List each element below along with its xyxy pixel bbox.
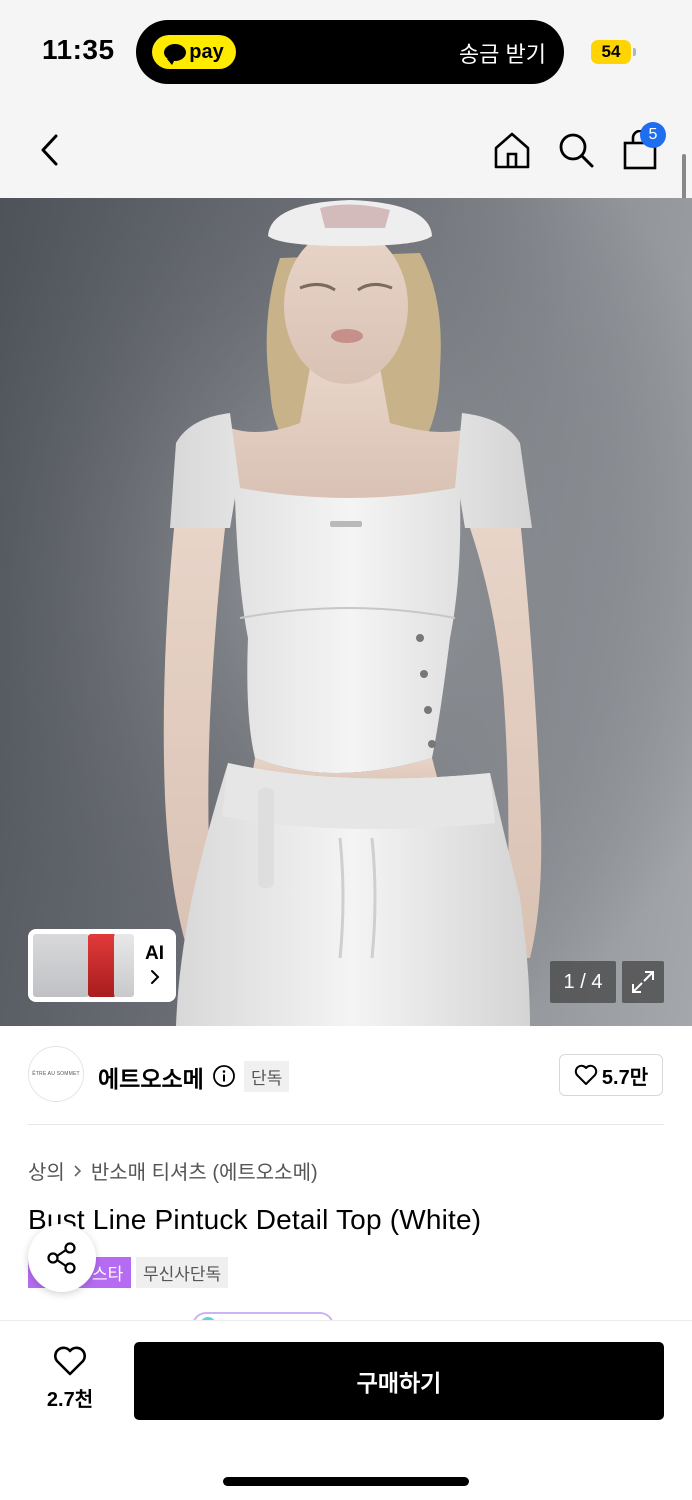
chat-bubble-icon (164, 43, 187, 65)
breadcrumb-subcategory[interactable]: 반소매 티셔츠 (에트오소메) (91, 1156, 318, 1185)
share-button[interactable] (28, 1224, 96, 1292)
brand-like-count: 5.7만 (601, 1066, 649, 1089)
pay-receive-text: 송금 받기 (458, 42, 546, 67)
home-button[interactable] (490, 126, 534, 174)
product-photo (0, 198, 692, 1026)
ai-styling-card[interactable]: AI (28, 929, 176, 1002)
home-icon (494, 132, 530, 169)
top-nav: 5 (0, 100, 692, 198)
ai-thumbnail-2 (88, 934, 116, 997)
kakaopay-badge: pay (152, 35, 236, 69)
brand-like-button[interactable]: 5.7만 (559, 1054, 663, 1096)
product-screen: 11:35 pay 송금 받기 54 5 AI 1 / 4 ÊTRE AU SO… (0, 0, 692, 1500)
search-button[interactable] (554, 126, 598, 174)
heart-icon (574, 1064, 598, 1085)
heart-icon (54, 1346, 86, 1376)
breadcrumb-category[interactable]: 상의 (28, 1156, 65, 1185)
buy-button[interactable]: 구매하기 (134, 1342, 664, 1420)
chevron-right-icon (151, 970, 160, 984)
share-icon (47, 1242, 76, 1274)
cart-button[interactable]: 5 (618, 122, 666, 174)
brand-logo[interactable]: ÊTRE AU SOMMET (28, 1046, 84, 1102)
ai-thumbnail-3 (114, 934, 134, 997)
wishlist-button[interactable]: 2.7천 (34, 1345, 106, 1412)
search-icon (559, 133, 594, 168)
expand-icon (632, 971, 654, 993)
pay-label: pay (189, 40, 224, 63)
product-image-gallery[interactable]: AI 1 / 4 (0, 198, 692, 1026)
fullscreen-button[interactable] (622, 961, 664, 1003)
divider (28, 1124, 664, 1125)
wishlist-count: 2.7천 (46, 1389, 94, 1411)
product-title: Bust Line Pintuck Detail Top (White) (28, 1204, 482, 1235)
home-indicator[interactable] (223, 1477, 469, 1486)
brand-name[interactable]: 에트오소메 (98, 1060, 204, 1094)
cart-count-badge: 5 (640, 122, 666, 148)
chevron-left-icon (41, 134, 58, 166)
status-bar: 11:35 pay 송금 받기 54 (0, 0, 692, 100)
brand-logo-text: ÊTRE AU SOMMET (32, 1071, 80, 1077)
ai-label: AI (145, 943, 164, 964)
status-time: 11:35 (42, 34, 115, 65)
image-counter: 1 / 4 (550, 961, 616, 1003)
ai-thumbnail-1 (33, 934, 89, 997)
bottom-action-bar: 2.7천 구매하기 (0, 1320, 692, 1500)
back-button[interactable] (28, 126, 72, 174)
info-icon[interactable] (212, 1064, 236, 1088)
exclusive-badge: 단독 (244, 1061, 290, 1092)
breadcrumb: 상의 반소매 티셔츠 (에트오소메) (28, 1156, 318, 1185)
chevron-right-icon (74, 1164, 81, 1177)
kakaopay-banner[interactable]: pay 송금 받기 (136, 20, 564, 84)
battery-indicator: 54 (591, 40, 636, 64)
musinsa-exclusive-tag: 무신사단독 (136, 1257, 229, 1288)
